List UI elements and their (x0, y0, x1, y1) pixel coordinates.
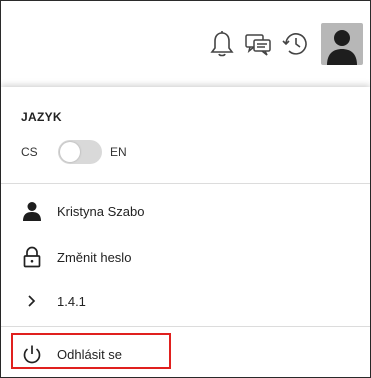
user-name-label: Kristyna Szabo (57, 204, 145, 219)
divider (1, 326, 370, 327)
history-icon[interactable] (281, 29, 309, 59)
window-frame: JAZYK CS EN Kristyna Szabo Změnit heslo … (0, 0, 371, 378)
change-password-label: Změnit heslo (57, 250, 132, 265)
logout-highlight-box (11, 333, 171, 369)
lang-cs-label: CS (21, 145, 38, 159)
top-bar (1, 1, 370, 87)
lang-en-label: EN (110, 145, 127, 159)
language-title: JAZYK (21, 110, 62, 124)
user-dropdown-panel: JAZYK CS EN Kristyna Szabo Změnit heslo … (1, 87, 370, 377)
chevron-right-icon (21, 290, 43, 312)
menu-item-change-password[interactable]: Změnit heslo (1, 239, 370, 275)
lock-icon (21, 246, 43, 268)
chat-icon[interactable] (244, 29, 272, 59)
toggle-knob (60, 142, 80, 162)
user-icon (21, 200, 43, 222)
menu-item-user[interactable]: Kristyna Szabo (1, 193, 370, 229)
language-toggle[interactable] (58, 140, 102, 164)
version-label: 1.4.1 (57, 294, 86, 309)
divider (1, 183, 370, 184)
menu-item-version[interactable]: 1.4.1 (1, 283, 370, 319)
bell-icon[interactable] (208, 29, 236, 59)
user-avatar-icon[interactable] (321, 23, 363, 65)
